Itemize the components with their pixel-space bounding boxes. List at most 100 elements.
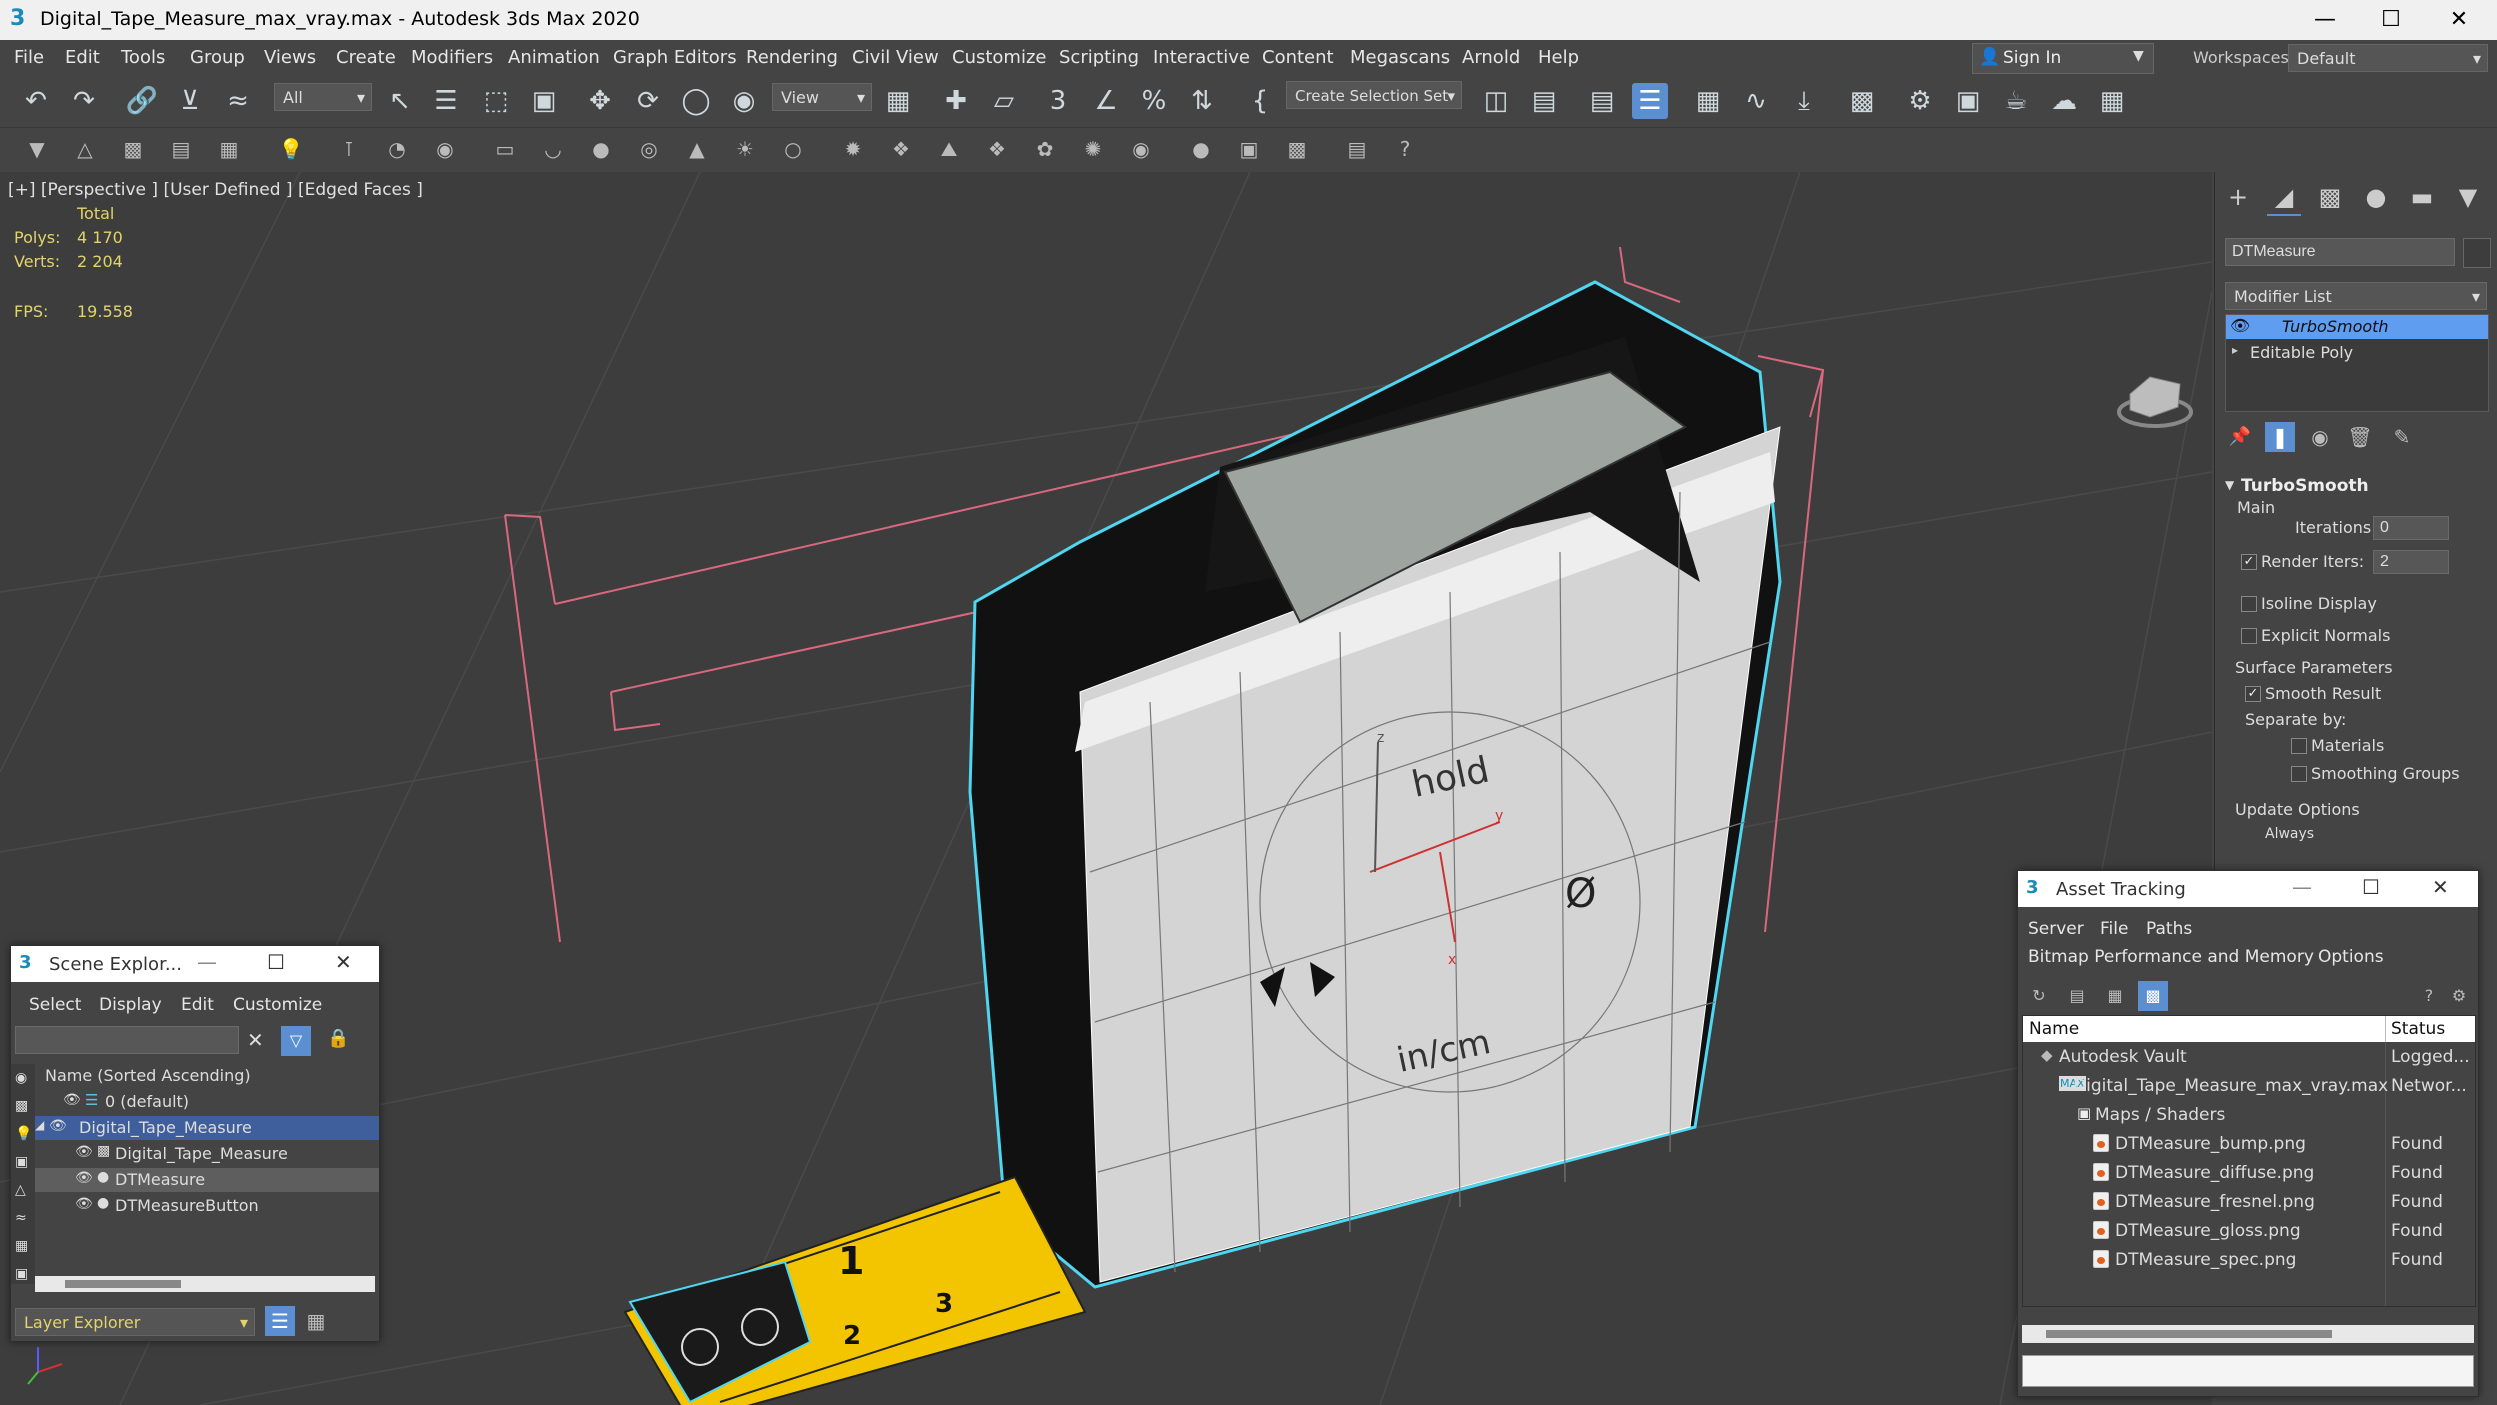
motion-tab-icon[interactable]: ●	[2359, 180, 2393, 214]
horizontal-scrollbar[interactable]	[35, 1276, 375, 1292]
curve-editor-icon[interactable]: ∿	[1738, 83, 1774, 119]
maximize-icon[interactable]: ☐	[2358, 0, 2424, 40]
menu-customize[interactable]: Customize	[952, 47, 1046, 68]
explicit-normals-checkbox[interactable]	[2241, 628, 2257, 644]
edit-named-selection-icon[interactable]: {	[1242, 83, 1278, 119]
display-spacewarps-icon[interactable]: ≈	[15, 1210, 27, 1226]
menu-interactive[interactable]: Interactive	[1153, 47, 1250, 68]
display-groups-icon[interactable]: ▦	[15, 1238, 28, 1254]
snap-tools-icon[interactable]: ⊺	[334, 134, 364, 164]
menu-modifiers[interactable]: Modifiers	[411, 47, 493, 68]
asset-row[interactable]: DTMeasure_gloss.png Found	[2023, 1218, 2475, 1244]
isolate-icon[interactable]: ◉	[430, 134, 460, 164]
asset-path-field[interactable]	[2022, 1355, 2474, 1387]
scrollbar-thumb[interactable]	[65, 1280, 181, 1288]
render-iters-spinner[interactable]	[2373, 550, 2449, 574]
mesh-tool-icon[interactable]: ⛰	[934, 134, 964, 164]
material-ball-icon[interactable]: ◉	[1126, 134, 1156, 164]
reference-coordinate-dropdown[interactable]: View	[772, 83, 872, 112]
refresh-icon[interactable]: ↻	[2024, 981, 2054, 1011]
rectangular-selection-icon[interactable]: ⬚	[478, 83, 514, 119]
scene-explorer-toggle-icon[interactable]: ▤	[1584, 83, 1620, 119]
proxy-icon[interactable]: ❖	[982, 134, 1012, 164]
selection-filter-dropdown[interactable]: All	[274, 83, 372, 112]
frame-buffer-icon[interactable]: ▣	[1234, 134, 1264, 164]
display-none-icon[interactable]: ◉	[15, 1070, 27, 1086]
modify-tab-icon[interactable]: ◢	[2267, 180, 2301, 216]
maximize-icon[interactable]: ☐	[267, 950, 285, 974]
cone-icon[interactable]: ▲	[682, 134, 712, 164]
schematic-view-icon[interactable]: ⤓	[1786, 83, 1822, 119]
select-object-icon[interactable]: ↖	[382, 83, 418, 119]
display-xrefs-icon[interactable]: ▣	[15, 1266, 28, 1282]
unlink-icon[interactable]: ⊻	[172, 83, 208, 119]
layer-explorer-toggle-icon[interactable]: ☰	[1632, 83, 1668, 119]
undo-icon[interactable]: ↶	[18, 83, 54, 119]
configure-modifier-sets-icon[interactable]: ✎	[2387, 422, 2417, 452]
spinner-snap-icon[interactable]: ⇅	[1184, 83, 1220, 119]
modifier-list-dropdown[interactable]: Modifier List	[2225, 282, 2487, 311]
eye-icon[interactable]: 👁	[75, 1144, 93, 1160]
tree-row-dtmeasure[interactable]: 👁 ● DTMeasure	[35, 1168, 379, 1192]
rotate-icon[interactable]: ⟳	[630, 83, 666, 119]
table-view-icon[interactable]: ▩	[2138, 981, 2168, 1011]
eye-icon[interactable]: 👁	[63, 1092, 81, 1108]
maximize-icon[interactable]: ☐	[2362, 875, 2380, 899]
percent-snap-icon[interactable]: %	[1136, 83, 1172, 119]
menu-group[interactable]: Group	[190, 47, 245, 68]
menu-create[interactable]: Create	[336, 47, 396, 68]
always-option-label[interactable]: Always	[2265, 826, 2314, 842]
pivot-center-icon[interactable]: ▦	[880, 83, 916, 119]
menu-tools[interactable]: Tools	[121, 47, 165, 68]
display-cameras-icon[interactable]: ▣	[15, 1154, 28, 1170]
tree-row-layer-default[interactable]: 👁 ☰ 0 (default)	[35, 1090, 379, 1114]
window-crossing-icon[interactable]: ▣	[526, 83, 562, 119]
asset-row[interactable]: DTMeasure_bump.png Found	[2023, 1131, 2475, 1157]
light-lister-icon[interactable]: 💡	[276, 134, 306, 164]
hair-icon[interactable]: ✹	[838, 134, 868, 164]
scene-search-input[interactable]	[15, 1026, 239, 1054]
at-menu-bitmap-performance[interactable]: Bitmap Performance and Memory	[2028, 947, 2314, 967]
display-geometry-icon[interactable]: ▩	[15, 1098, 28, 1114]
stack-item-editable-poly[interactable]: ▸ Editable Poly	[2226, 341, 2488, 365]
hemisphere-icon[interactable]: ◡	[538, 134, 568, 164]
material-editor-icon[interactable]: ▩	[1844, 83, 1880, 119]
mirror-icon[interactable]: ◫	[1478, 83, 1514, 119]
tree-row-group-digital-tape-measure[interactable]: 👁 ▩ Digital_Tape_Measure	[35, 1142, 379, 1166]
sign-in-dropdown[interactable]: 👤 Sign In ▼	[1972, 43, 2154, 74]
a360-gallery-icon[interactable]: ▦	[2094, 83, 2130, 119]
eye-icon[interactable]: 👁	[49, 1118, 67, 1134]
torus-icon[interactable]: ◎	[634, 134, 664, 164]
viewport-label[interactable]: [+] [Perspective ] [User Defined ] [Edge…	[8, 180, 423, 200]
status-column-header[interactable]: Status	[2391, 1019, 2445, 1039]
move-icon[interactable]: ✥	[582, 83, 618, 119]
align-icon[interactable]: ▤	[1526, 83, 1562, 119]
isoline-display-checkbox[interactable]	[2241, 596, 2257, 612]
export-icon[interactable]: ▤	[1342, 134, 1372, 164]
menu-arnold[interactable]: Arnold	[1462, 47, 1520, 68]
angle-snap-icon[interactable]: ∠	[1088, 83, 1124, 119]
list-view-icon[interactable]: ▤	[2062, 981, 2092, 1011]
object-paint-icon[interactable]: ▼	[22, 134, 52, 164]
asset-tracking-titlebar[interactable]: 3 Asset Tracking — ☐ ✕	[2018, 871, 2478, 907]
smoothing-groups-checkbox[interactable]	[2291, 766, 2307, 782]
filter-icon[interactable]: ▽	[281, 1026, 311, 1056]
scrollbar-thumb[interactable]	[2046, 1330, 2332, 1338]
fur-icon[interactable]: ✺	[1078, 134, 1108, 164]
menu-graph-editors[interactable]: Graph Editors	[613, 47, 737, 68]
hierarchy-icon[interactable]: ▦	[301, 1306, 331, 1336]
name-column-header[interactable]: Name	[2029, 1019, 2079, 1039]
scatter-icon[interactable]: ✿	[1030, 134, 1060, 164]
asset-row[interactable]: MAX Digital_Tape_Measure_max_vray.max Ne…	[2023, 1073, 2475, 1099]
horizontal-scrollbar[interactable]	[2022, 1325, 2474, 1343]
eye-icon[interactable]: 👁	[75, 1196, 93, 1212]
particles-icon[interactable]: ❖	[886, 134, 916, 164]
tree-row-dtmeasurebutton[interactable]: 👁 ● DTMeasureButton	[35, 1194, 379, 1218]
at-menu-file[interactable]: File	[2100, 919, 2128, 939]
populate-icon[interactable]: △	[70, 134, 100, 164]
asset-row[interactable]: DTMeasure_spec.png Found	[2023, 1247, 2475, 1273]
menu-civil-view[interactable]: Civil View	[852, 47, 939, 68]
minimize-icon[interactable]: —	[2292, 875, 2312, 899]
make-unique-icon[interactable]: ◉	[2305, 422, 2335, 452]
placement-icon[interactable]: ◉	[726, 83, 762, 119]
